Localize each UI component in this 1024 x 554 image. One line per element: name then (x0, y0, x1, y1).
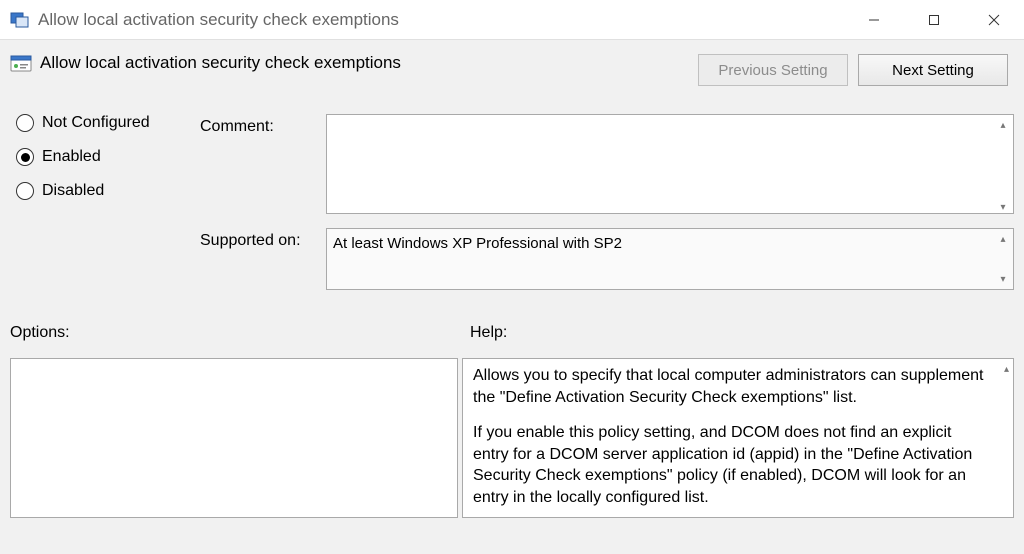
options-section-label: Options: (10, 324, 470, 342)
radio-enabled[interactable]: Enabled (16, 148, 200, 166)
dialog-header: Allow local activation security check ex… (10, 52, 1014, 86)
help-panel: ▴ Allows you to specify that local compu… (462, 358, 1014, 518)
previous-setting-button: Previous Setting (698, 54, 848, 86)
policy-name: Allow local activation security check ex… (40, 53, 401, 73)
supported-on-label: Supported on: (200, 228, 326, 250)
dialog-body: Allow local activation security check ex… (0, 40, 1024, 554)
policy-icon (10, 52, 32, 74)
comment-label: Comment: (200, 114, 326, 136)
help-paragraph: Allows you to specify that local compute… (473, 365, 989, 408)
radio-icon (16, 148, 34, 166)
app-icon (10, 10, 30, 30)
maximize-button[interactable] (904, 0, 964, 39)
radio-disabled[interactable]: Disabled (16, 182, 200, 200)
close-button[interactable] (964, 0, 1024, 39)
scroll-up-icon[interactable]: ▴ (996, 118, 1010, 132)
scroll-up-icon[interactable]: ▴ (996, 232, 1010, 246)
window-controls (844, 0, 1024, 39)
radio-not-configured[interactable]: Not Configured (16, 114, 200, 132)
help-section-label: Help: (470, 324, 1014, 342)
state-radio-group: Not Configured Enabled Disabled (10, 114, 200, 300)
radio-label: Disabled (42, 182, 104, 200)
scroll-down-icon[interactable]: ▾ (996, 272, 1010, 286)
help-paragraph: If you enable this policy setting, and D… (473, 422, 989, 508)
radio-icon (16, 114, 34, 132)
next-setting-button[interactable]: Next Setting (858, 54, 1008, 86)
window-title: Allow local activation security check ex… (38, 10, 844, 30)
radio-icon (16, 182, 34, 200)
minimize-button[interactable] (844, 0, 904, 39)
scroll-up-icon[interactable]: ▴ (1004, 363, 1009, 377)
radio-label: Enabled (42, 148, 101, 166)
supported-on-text: At least Windows XP Professional with SP… (326, 228, 1014, 290)
comment-textarea[interactable] (326, 114, 1014, 214)
scroll-down-icon[interactable]: ▾ (996, 200, 1010, 214)
radio-label: Not Configured (42, 114, 150, 132)
options-panel (10, 358, 458, 518)
titlebar: Allow local activation security check ex… (0, 0, 1024, 40)
